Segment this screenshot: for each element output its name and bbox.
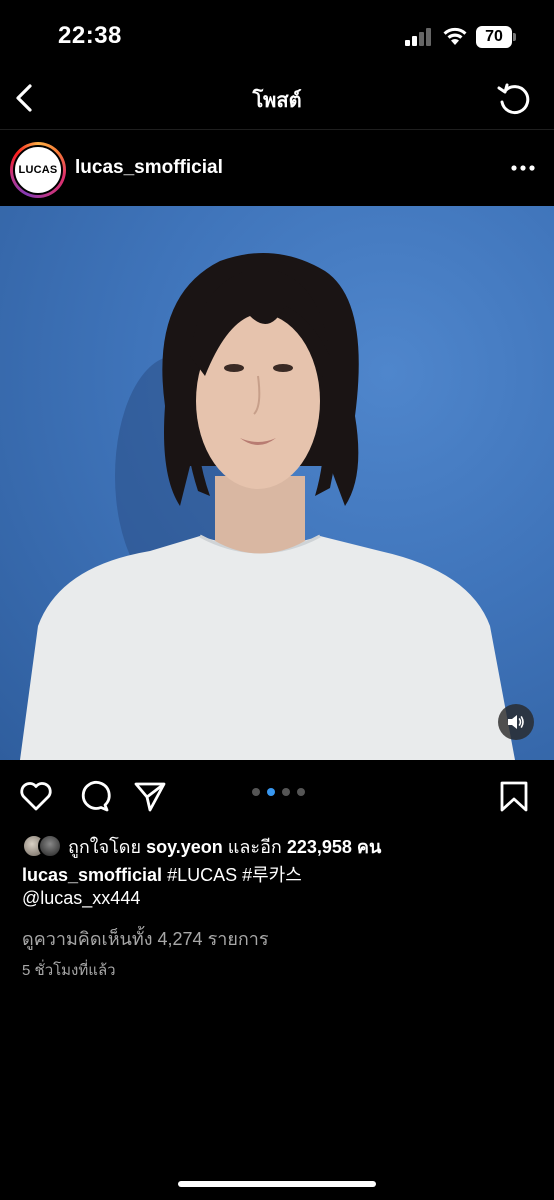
- status-bar: 22:38 70: [0, 0, 554, 72]
- carousel-dot: [297, 788, 305, 796]
- post-media[interactable]: [0, 206, 554, 760]
- likes-prefix: ถูกใจโดย: [68, 836, 142, 857]
- post-header: LUCAS lucas_smofficial: [0, 138, 554, 200]
- liker-avatar: [38, 834, 62, 858]
- bookmark-icon[interactable]: [496, 778, 532, 814]
- likes-middle: และอีก: [227, 836, 282, 857]
- likes-summary: ถูกใจโดย soy.yeon และอีก 223,958 คน: [68, 832, 381, 861]
- post-username[interactable]: lucas_smofficial: [75, 157, 223, 179]
- post-actions: [0, 770, 554, 820]
- like-heart-icon[interactable]: [18, 778, 54, 814]
- post-caption: lucas_smofficial #LUCAS #루카스: [22, 862, 532, 888]
- likes-suffix: คน: [356, 836, 382, 857]
- avatar[interactable]: LUCAS: [10, 142, 66, 198]
- likes-row[interactable]: ถูกใจโดย soy.yeon และอีก 223,958 คน: [22, 832, 381, 860]
- wifi-icon: [443, 27, 467, 45]
- more-options-icon[interactable]: [510, 160, 536, 176]
- carousel-dot-active: [267, 788, 275, 796]
- refresh-icon[interactable]: [495, 80, 533, 118]
- home-indicator[interactable]: [178, 1181, 376, 1187]
- avatar-label: LUCAS: [18, 164, 58, 176]
- carousel-dot: [252, 788, 260, 796]
- nav-bar: โพสต์: [0, 72, 554, 128]
- battery-icon: 70: [476, 26, 516, 48]
- status-time: 22:38: [58, 22, 122, 49]
- battery-level: 70: [476, 26, 512, 48]
- sound-toggle-button[interactable]: [498, 704, 534, 740]
- post-photo: [20, 253, 515, 760]
- page-title: โพสต์: [252, 90, 302, 112]
- speaker-icon: [508, 715, 524, 729]
- likes-count[interactable]: 223,958: [287, 837, 352, 857]
- liker-username[interactable]: soy.yeon: [146, 837, 223, 857]
- carousel-dot: [282, 788, 290, 796]
- share-send-icon[interactable]: [132, 778, 168, 814]
- caption-hashtags[interactable]: #LUCAS #루카스: [167, 865, 302, 885]
- view-comments-link[interactable]: ดูความคิดเห็นทั้ง 4,274 รายการ: [22, 924, 269, 953]
- post-timestamp: 5 ชั่วโมงที่แล้ว: [22, 962, 116, 979]
- caption-username[interactable]: lucas_smofficial: [22, 865, 162, 885]
- carousel-indicator: [252, 788, 305, 796]
- cellular-signal-icon: [405, 28, 431, 46]
- comment-icon[interactable]: [76, 778, 112, 814]
- nav-divider: [0, 129, 554, 130]
- caption-mention[interactable]: @lucas_xx444: [22, 888, 140, 909]
